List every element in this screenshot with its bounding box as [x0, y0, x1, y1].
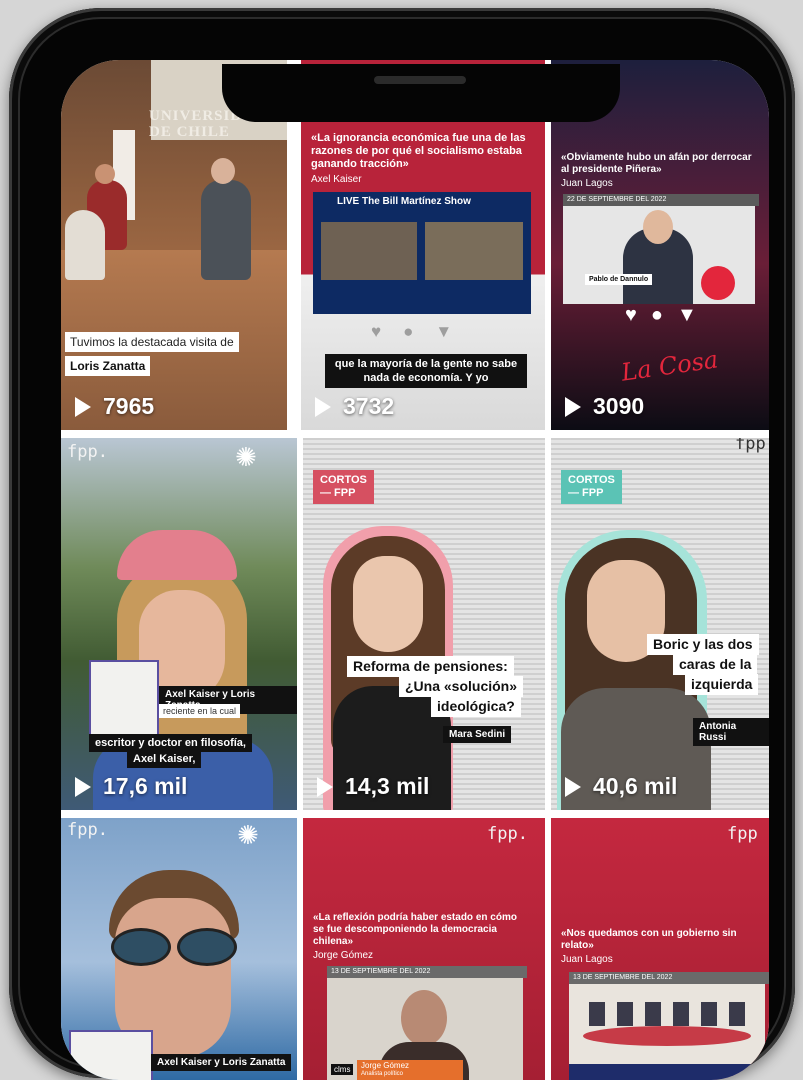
book-cover	[69, 1030, 153, 1080]
badge-line-1: CORTOS	[320, 474, 367, 486]
fpp-logo: fpp	[727, 824, 758, 844]
quote-text: «Obviamente hubo un afán por derrocar al…	[561, 152, 752, 175]
headline-line-3: izquierda	[685, 674, 759, 695]
phone-notch	[222, 64, 620, 122]
call-participant-2	[425, 222, 523, 280]
headline-line-1: Reforma de pensiones:	[347, 656, 514, 677]
phone-screen: UNIVERSIDAD DE CHILE Tuvimos la destacad…	[61, 60, 769, 1080]
studio-table	[583, 1026, 751, 1046]
view-count: 7965	[75, 393, 154, 420]
video-caption-line-1: Tuvimos la destacada visita de	[65, 332, 239, 352]
view-count: 3732	[315, 393, 394, 420]
cortos-badge: CORTOS — FPP	[561, 470, 622, 504]
headline-line-1: Boric y las dos	[647, 634, 759, 655]
book-line: reciente en la cual	[159, 704, 241, 718]
quote-author: Axel Kaiser	[311, 174, 362, 185]
show-title: LIVE The Bill Martínez Show	[337, 196, 471, 207]
play-icon	[315, 396, 331, 417]
play-icon	[317, 776, 333, 797]
play-icon	[75, 776, 91, 797]
speaker-grille	[374, 76, 466, 84]
channel-logo: clms	[331, 1064, 354, 1075]
name-card-subtitle: Analista político	[361, 1071, 404, 1077]
guest-head	[643, 210, 673, 244]
name-card: Jorge Gómez Analista político	[357, 1060, 463, 1080]
video-tile-5[interactable]: CORTOS — FPP Reforma de pensiones: ¿Una «…	[303, 438, 545, 810]
speaker-right-head	[211, 158, 235, 184]
video-tile-9[interactable]: fpp «Nos quedamos con un gobierno sin re…	[551, 818, 769, 1080]
view-count-value: 17,6 mil	[103, 773, 188, 799]
video-call-window: LIVE The Bill Martínez Show	[313, 192, 531, 314]
view-count: 14,3 mil	[317, 773, 429, 800]
headline-line-2: caras de la	[673, 654, 758, 675]
quote-author: Juan Lagos	[561, 178, 613, 189]
flower-icon: ✺	[235, 442, 257, 472]
speaker-name: Mara Sedini	[443, 726, 512, 743]
view-count: 17,6 mil	[75, 773, 187, 800]
video-frame: 13 DE SEPTIEMBRE DEL 2022 Jorge Gómez An…	[327, 966, 527, 1080]
headline-line-3: ideológica?	[431, 696, 521, 717]
video-tile-6[interactable]: CORTOS — FPP fpp Boric y las dos caras de…	[551, 438, 769, 810]
brand-logo: La Cosa	[619, 345, 720, 387]
date-strip: 13 DE SEPTIEMBRE DEL 2022	[327, 966, 527, 978]
phone-frame: UNIVERSIDAD DE CHILE Tuvimos la destacad…	[9, 8, 795, 1080]
view-count: 3090	[565, 393, 644, 420]
quote-text: «La reflexión podría haber estado en cóm…	[313, 912, 517, 947]
video-tile-7[interactable]: fpp. ✺ Axel Kaiser y Loris Zanatta	[61, 818, 297, 1080]
view-count-value: 14,3 mil	[345, 773, 430, 799]
call-participant-1	[321, 222, 417, 280]
view-count-value: 3090	[593, 393, 645, 419]
view-count-value: 7965	[103, 393, 155, 419]
fpp-logo: fpp.	[67, 820, 108, 840]
headline-line-2: ¿Una «solución»	[399, 676, 524, 697]
date-strip: 13 DE SEPTIEMBRE DEL 2022	[569, 972, 769, 984]
quote-author: Jorge Gómez	[313, 950, 374, 961]
video-tile-4[interactable]: fpp. ✺ Axel Kaiser y Loris Zanatta recie…	[61, 438, 297, 810]
date-strip: 22 DE SEPTIEMBRE DEL 2022	[563, 194, 759, 206]
speaker-right	[201, 180, 251, 280]
name-tag: Axel Kaiser y Loris Zanatta	[151, 1054, 292, 1071]
speaker-name: Antonia Russi	[693, 718, 769, 746]
flower-icon: ✺	[237, 820, 259, 850]
guest-namecard: Pablo de Dannulo	[585, 274, 653, 285]
person-face	[353, 556, 423, 652]
view-count-value: 40,6 mil	[593, 773, 678, 799]
quote-text: «La ignorancia económica fue una de las …	[311, 132, 526, 170]
video-caption-line-2: Axel Kaiser,	[127, 750, 202, 768]
play-icon	[75, 396, 91, 417]
ticker	[569, 1064, 765, 1080]
speaker-left-head	[95, 164, 115, 184]
red-dot	[701, 266, 735, 300]
badge-line-2: — FPP	[320, 487, 356, 499]
letter-sculpture	[65, 210, 105, 280]
view-count: 40,6 mil	[565, 773, 677, 800]
video-grid: UNIVERSIDAD DE CHILE Tuvimos la destacad…	[61, 60, 769, 1080]
video-frame: 13 DE SEPTIEMBRE DEL 2022	[569, 972, 769, 1080]
fpp-logo: fpp.	[487, 824, 528, 844]
play-icon	[565, 396, 581, 417]
name-card-title: Jorge Gómez	[361, 1061, 410, 1070]
fpp-logo: fpp.	[67, 442, 108, 462]
subtitle-text: que la mayoría de la gente no sabe nada …	[325, 354, 527, 388]
cap	[117, 530, 237, 580]
video-caption-line-2: Loris Zanatta	[65, 356, 151, 376]
badge-line-2: — FPP	[568, 487, 604, 499]
panelists	[589, 1002, 749, 1026]
badge-line-1: CORTOS	[568, 474, 615, 486]
video-tile-8[interactable]: fpp. «La reflexión podría haber estado e…	[303, 818, 545, 1080]
view-count-value: 3732	[343, 393, 395, 419]
cortos-badge: CORTOS — FPP	[313, 470, 374, 504]
sunglasses	[111, 928, 237, 966]
quote-text: «Nos quedamos con un gobierno sin relato…	[561, 928, 737, 951]
fpp-logo: fpp	[735, 438, 766, 454]
quote-author: Juan Lagos	[561, 954, 613, 965]
reaction-icons: ♥●▼	[371, 322, 475, 341]
reaction-icons: ♥●▼	[625, 304, 711, 326]
guest-head	[401, 990, 447, 1046]
play-icon	[565, 776, 581, 797]
